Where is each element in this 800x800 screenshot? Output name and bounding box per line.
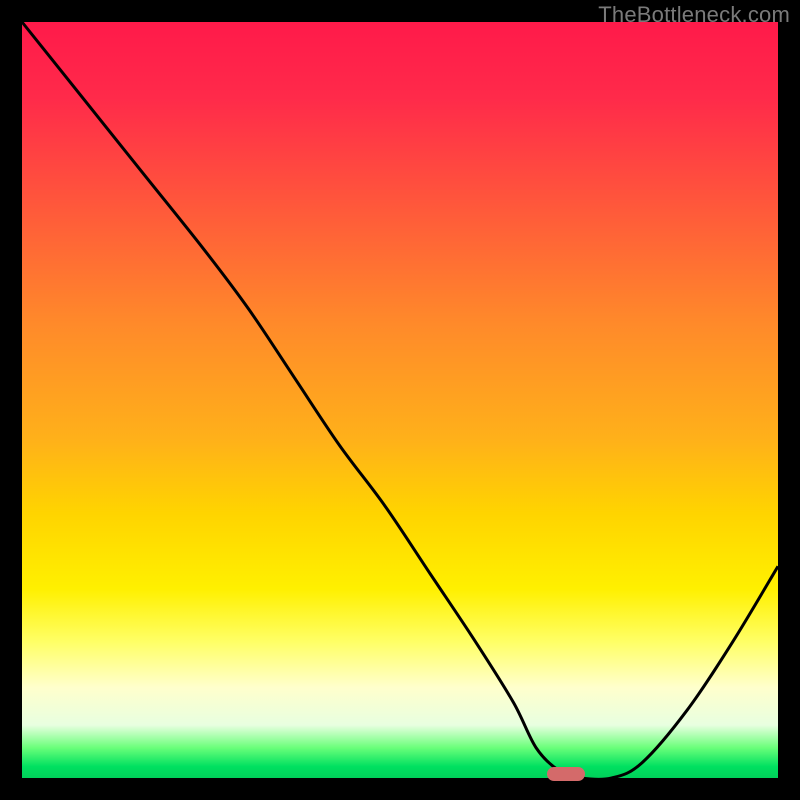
- bottleneck-curve: [22, 22, 778, 778]
- optimum-marker: [547, 767, 585, 781]
- watermark-text: TheBottleneck.com: [598, 2, 790, 28]
- curve-path: [22, 22, 778, 779]
